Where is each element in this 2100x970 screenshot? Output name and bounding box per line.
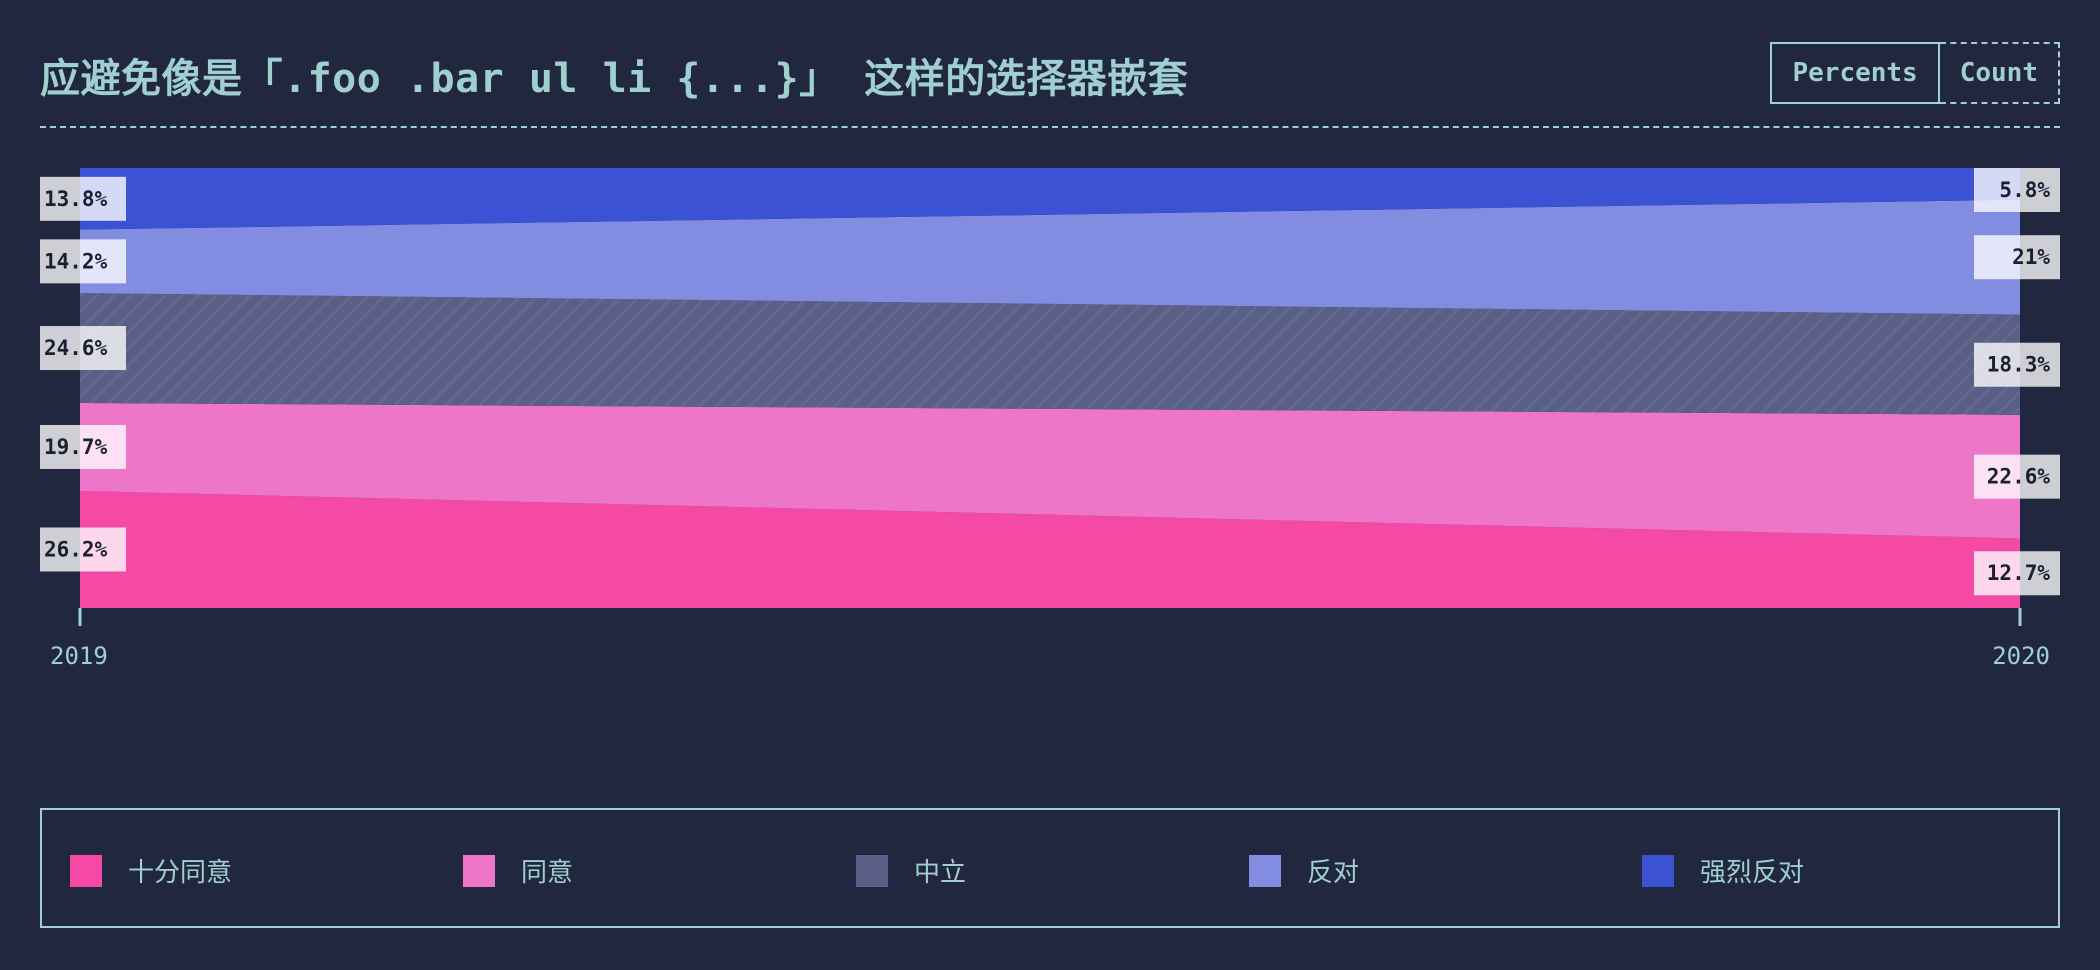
- data-label: 5.8%: [1974, 168, 2060, 212]
- legend: 十分同意 同意 中立 反对 强烈反对: [40, 808, 2060, 928]
- legend-label: 中立: [914, 858, 967, 888]
- data-label: 13.8%: [40, 176, 126, 221]
- data-label-text: 26.2%: [44, 537, 108, 561]
- data-label-text: 19.7%: [44, 435, 108, 459]
- x-axis-label: 2019: [50, 642, 108, 670]
- legend-item-strongly-disagree[interactable]: 强烈反对: [1642, 852, 1804, 889]
- data-label-text: 18.3%: [1987, 353, 2051, 377]
- data-label: 22.6%: [1974, 454, 2060, 499]
- legend-label: 强烈反对: [1700, 858, 1805, 888]
- data-label: 26.2%: [40, 527, 126, 572]
- data-label-text: 22.6%: [1987, 465, 2051, 489]
- legend-item-disagree[interactable]: 反对: [1249, 852, 1359, 889]
- data-label: 21%: [1974, 235, 2060, 280]
- data-label-text: 12.7%: [1987, 561, 2051, 585]
- data-label: 24.6%: [40, 326, 126, 371]
- data-label: 19.7%: [40, 424, 126, 469]
- legend-label: 同意: [521, 858, 574, 888]
- data-label: 18.3%: [1974, 342, 2060, 387]
- data-label-text: 13.8%: [44, 187, 108, 211]
- data-label-text: 21%: [2012, 245, 2050, 269]
- data-label-text: 5.8%: [1999, 178, 2050, 202]
- legend-swatch: [1642, 854, 1674, 887]
- legend-item-agree[interactable]: 同意: [463, 852, 573, 889]
- legend-label: 反对: [1307, 858, 1360, 888]
- data-label: 12.7%: [1974, 551, 2060, 596]
- stacked-area-chart: 2019 2020 26.2% 12.7% 19.7% 22.6% 24.6% 18.3% 1…: [40, 168, 2060, 670]
- data-label-text: 24.6%: [44, 336, 108, 360]
- legend-swatch: [463, 854, 495, 887]
- data-label: 14.2%: [40, 239, 126, 284]
- legend-swatch: [1249, 854, 1281, 887]
- legend-item-neutral[interactable]: 中立: [856, 852, 966, 889]
- data-label-text: 14.2%: [44, 249, 108, 273]
- legend-item-strongly-agree[interactable]: 十分同意: [70, 852, 232, 889]
- legend-label: 十分同意: [128, 858, 233, 888]
- x-axis-label: 2020: [1992, 642, 2050, 670]
- legend-swatch: [856, 854, 888, 887]
- legend-swatch: [70, 854, 102, 887]
